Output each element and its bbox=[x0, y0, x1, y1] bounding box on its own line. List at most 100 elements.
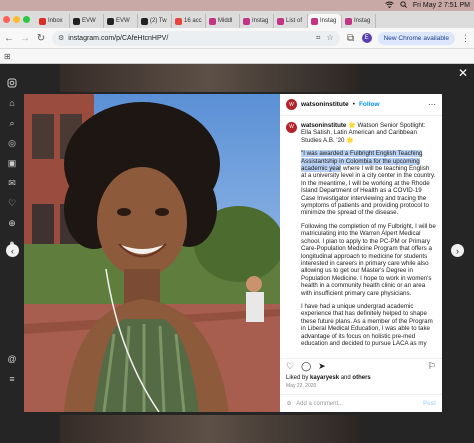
liked-by-user[interactable]: kayaryesk bbox=[310, 375, 339, 381]
translate-icon[interactable]: ⌗ bbox=[316, 33, 321, 43]
browser-tab[interactable]: List of bbox=[274, 14, 308, 28]
back-arrow-icon[interactable]: ← bbox=[4, 33, 14, 44]
reload-icon[interactable]: ↻ bbox=[36, 33, 46, 44]
like-heart-icon[interactable]: ♡ bbox=[286, 361, 294, 372]
tab-label: Instag bbox=[354, 18, 371, 24]
bookmark-star-icon[interactable]: ☆ bbox=[326, 33, 333, 43]
browser-tab[interactable]: Instag bbox=[240, 14, 274, 28]
comment-bar: ☺ Add a comment... Post bbox=[280, 394, 442, 412]
caption-paragraph-3: I have had a unique undergrad academic e… bbox=[301, 302, 433, 347]
home-icon[interactable]: ⌂ bbox=[7, 98, 17, 108]
messages-icon[interactable]: ✉ bbox=[7, 178, 17, 188]
author-username[interactable]: watsoninstitute bbox=[301, 101, 349, 108]
forward-arrow-icon[interactable]: → bbox=[20, 33, 30, 44]
extensions-icon[interactable]: ⧉ bbox=[346, 33, 356, 44]
emoji-icon[interactable]: ☺ bbox=[286, 401, 292, 407]
browser-tab[interactable]: 16 acc bbox=[172, 14, 206, 28]
browser-tab[interactable]: Instag bbox=[342, 14, 376, 28]
save-bookmark-icon[interactable]: ⚐ bbox=[428, 361, 436, 372]
post-photo[interactable] bbox=[24, 94, 280, 412]
caption-avatar[interactable]: W bbox=[286, 122, 297, 133]
close-modal-icon[interactable]: ✕ bbox=[458, 66, 468, 80]
chrome-menu-icon[interactable]: ⋮ bbox=[461, 33, 470, 44]
tab-strip: Inbox EVW EVW (2) Tw 16 acc Middl Instag List o… bbox=[0, 11, 474, 28]
address-toolbar: ← → ↻ ⚙ instagram.com/p/CAfeHtcnHPV/ ⌗ ☆… bbox=[0, 28, 474, 49]
macos-menu-bar: Fri May 2 7:51 PM bbox=[0, 0, 474, 11]
explore-icon[interactable]: ◎ bbox=[7, 138, 17, 148]
notifications-heart-icon[interactable]: ♡ bbox=[7, 198, 17, 208]
post-date[interactable]: May 22, 2020 bbox=[286, 383, 316, 389]
post-caption: W watsoninstitute 🌟 Watson Senior Spotli… bbox=[286, 122, 436, 358]
tab-favicon-icon bbox=[311, 17, 318, 25]
tab-label: Middl bbox=[218, 18, 233, 24]
post-comment-button[interactable]: Post bbox=[423, 401, 436, 407]
post-header: W watsoninstitute • Follow ⋯ bbox=[280, 94, 442, 116]
bookmarks-bar: ⊞ bbox=[0, 49, 474, 64]
tab-label: Instag bbox=[252, 18, 269, 24]
tab-label: EVW bbox=[82, 18, 96, 24]
url-text[interactable]: instagram.com/p/CAfeHtcnHPV/ bbox=[68, 35, 312, 42]
site-info-icon[interactable]: ⚙ bbox=[58, 34, 64, 42]
zoom-window-button[interactable] bbox=[23, 16, 30, 23]
tab-label: List of bbox=[286, 18, 303, 24]
post-actions: ♡ ◯ ➤ ⚐ bbox=[280, 358, 442, 374]
close-window-button[interactable] bbox=[3, 16, 10, 23]
menu-icon[interactable]: ≡ bbox=[7, 374, 17, 384]
browser-tab[interactable]: EVW bbox=[104, 14, 138, 28]
caption-body: watsoninstitute 🌟 Watson Senior Spotligh… bbox=[301, 122, 436, 347]
clock-text[interactable]: Fri May 2 7:51 PM bbox=[413, 2, 470, 9]
tab-label: 16 acc bbox=[184, 18, 202, 24]
tab-favicon-icon bbox=[277, 17, 284, 25]
caption-username[interactable]: watsoninstitute bbox=[301, 122, 346, 129]
tab-label: EVW bbox=[116, 18, 130, 24]
liked-by-and: and bbox=[339, 375, 353, 381]
reels-icon[interactable]: ▣ bbox=[7, 158, 17, 168]
comment-input[interactable]: Add a comment... bbox=[296, 401, 343, 407]
share-icon[interactable]: ➤ bbox=[318, 361, 326, 372]
tab-favicon-icon bbox=[175, 17, 182, 25]
next-post-arrow-icon[interactable]: › bbox=[451, 244, 464, 257]
tab-label: Inbox bbox=[48, 18, 63, 24]
post-details-panel: W watsoninstitute • Follow ⋯ W watsonins… bbox=[280, 94, 442, 412]
tabs-container: Inbox EVW EVW (2) Tw 16 acc Middl Instag List o… bbox=[36, 14, 376, 28]
profile-avatar[interactable]: E bbox=[361, 33, 372, 43]
search-icon[interactable]: ⌕ bbox=[7, 118, 17, 128]
tab-favicon-icon bbox=[73, 17, 80, 25]
window-controls bbox=[3, 11, 30, 28]
tab-favicon-icon bbox=[345, 17, 352, 25]
follow-button[interactable]: Follow bbox=[359, 101, 380, 108]
minimize-window-button[interactable] bbox=[13, 16, 20, 23]
comment-icon[interactable]: ◯ bbox=[301, 361, 311, 372]
browser-tab[interactable]: Instag bbox=[308, 14, 342, 28]
previous-post-arrow-icon[interactable]: ‹ bbox=[6, 244, 19, 257]
tab-favicon-icon bbox=[209, 17, 216, 25]
separator-dot: • bbox=[352, 101, 355, 108]
tab-label: Instag bbox=[320, 18, 337, 24]
apps-grid-icon[interactable]: ⊞ bbox=[4, 52, 11, 61]
liked-by-prefix: Liked by bbox=[286, 375, 311, 381]
instagram-logo-icon[interactable] bbox=[7, 78, 17, 88]
caption-paragraph-1-rest: where I will be teaching English at a un… bbox=[301, 165, 436, 217]
liked-by-others[interactable]: others bbox=[352, 375, 370, 381]
url-field[interactable]: ⚙ instagram.com/p/CAfeHtcnHPV/ ⌗ ☆ bbox=[52, 30, 340, 46]
likes-summary: Liked by kayaryesk and others bbox=[286, 375, 371, 381]
author-avatar[interactable]: W bbox=[286, 99, 297, 110]
browser-tab[interactable]: Middl bbox=[206, 14, 240, 28]
instagram-page: ⌂ ⌕ ◎ ▣ ✉ ♡ ⊕ ● @ ≡ ✕ ‹ › W watsoninstit… bbox=[0, 64, 474, 443]
more-options-icon[interactable]: ⋯ bbox=[428, 100, 436, 109]
create-icon[interactable]: ⊕ bbox=[7, 218, 17, 228]
threads-icon[interactable]: @ bbox=[7, 354, 17, 364]
browser-tab[interactable]: (2) Tw bbox=[138, 14, 172, 28]
tab-label: (2) Tw bbox=[150, 18, 167, 24]
background-post-thumbnail bbox=[60, 415, 360, 443]
caption-header: W watsoninstitute 🌟 Watson Senior Spotli… bbox=[286, 122, 436, 347]
browser-tab[interactable]: Inbox bbox=[36, 14, 70, 28]
background-post-thumbnail bbox=[60, 64, 360, 92]
browser-tab[interactable]: EVW bbox=[70, 14, 104, 28]
new-chrome-available-button[interactable]: New Chrome available bbox=[377, 31, 455, 45]
tab-favicon-icon bbox=[39, 17, 46, 25]
tab-favicon-icon bbox=[243, 17, 250, 25]
caption-paragraph-2: Following the completion of my Fulbright… bbox=[301, 222, 436, 297]
wifi-icon[interactable] bbox=[385, 1, 394, 10]
search-icon[interactable] bbox=[400, 1, 407, 10]
